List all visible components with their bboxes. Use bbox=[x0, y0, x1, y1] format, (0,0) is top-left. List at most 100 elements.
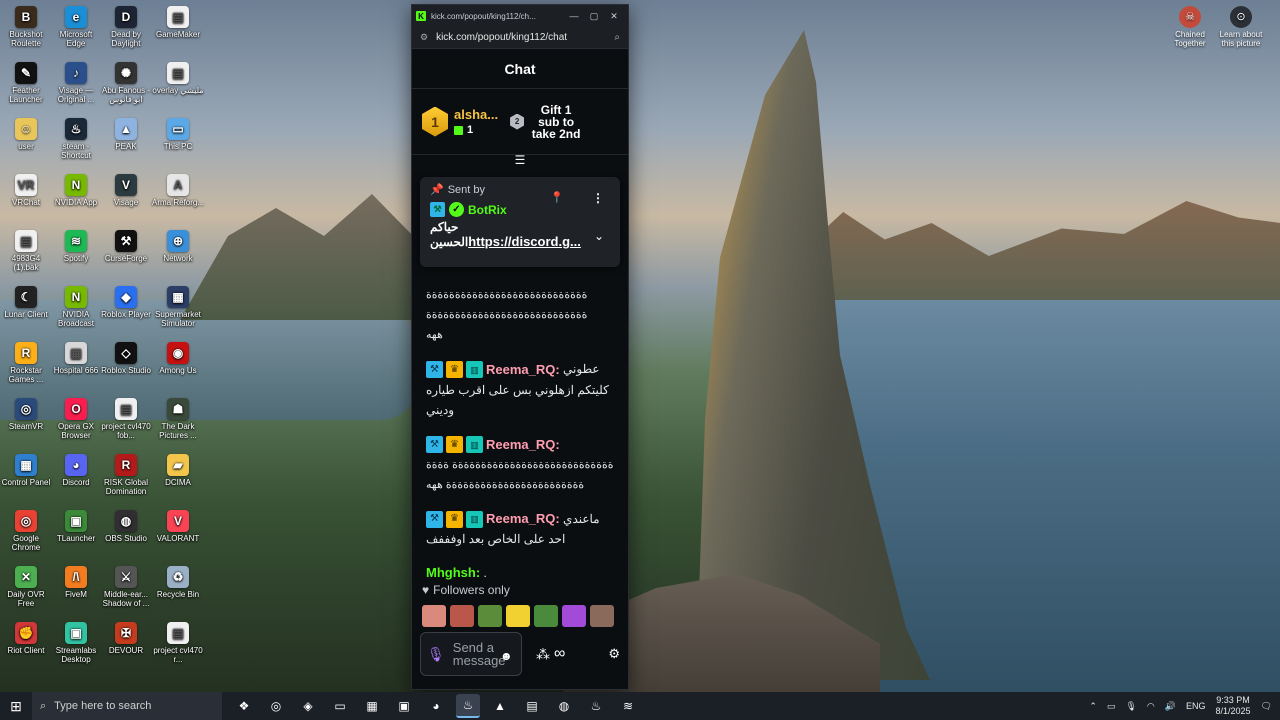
desktop-icon[interactable]: ✺ Abu Fanous - ابو فانوس bbox=[100, 62, 152, 104]
taskbar-app-icon[interactable]: ◈ bbox=[296, 694, 320, 718]
minimize-button[interactable]: — bbox=[564, 11, 584, 21]
desktop-icon[interactable]: ✕ Daily OVR Free bbox=[0, 566, 52, 608]
emote-icon[interactable] bbox=[422, 605, 446, 627]
pinned-user[interactable]: ⚒ ✓ BotRix bbox=[430, 202, 610, 217]
taskbar-app-icon[interactable]: ▲ bbox=[488, 694, 512, 718]
taskbar-app-icon[interactable]: ◎ bbox=[264, 694, 288, 718]
unpin-icon[interactable]: 📍 bbox=[550, 191, 564, 204]
desktop-icon[interactable]: N NVIDIA App bbox=[50, 174, 102, 207]
desktop-icon[interactable]: ♻ Recycle Bin bbox=[152, 566, 204, 599]
taskbar-app-icon[interactable]: ▤ bbox=[520, 694, 544, 718]
desktop-icon[interactable]: ▦ Supermarket Simulator bbox=[152, 286, 204, 328]
desktop-icon[interactable]: ▤ project cvl470 r... bbox=[152, 622, 204, 664]
taskbar-app-icon[interactable]: ◍ bbox=[552, 694, 576, 718]
desktop-icon[interactable]: R Rockstar Games ... bbox=[0, 342, 52, 384]
wifi-icon[interactable]: ◠ bbox=[1147, 701, 1155, 712]
emoji-icon[interactable]: ☻ bbox=[500, 649, 513, 663]
notification-icon[interactable]: 🗨 bbox=[1261, 701, 1272, 712]
chat-username[interactable]: Reema_RQ: bbox=[486, 509, 560, 529]
desktop-icon[interactable]: A Arma Reforg... bbox=[152, 174, 204, 207]
windows-start-icon[interactable]: ⊞ bbox=[0, 692, 32, 720]
taskbar-app-icon[interactable]: ♨ bbox=[584, 694, 608, 718]
desktop-icon[interactable]: V Visage bbox=[100, 174, 152, 207]
emote-icon[interactable] bbox=[590, 605, 614, 627]
taskbar-app-icon[interactable]: ▭ bbox=[328, 694, 352, 718]
desktop-icon[interactable]: ◕ Discord bbox=[50, 454, 102, 487]
desktop-icon[interactable]: VR VRChat bbox=[0, 174, 52, 207]
chevron-up-icon[interactable]: ⌃ bbox=[1089, 701, 1097, 712]
taskbar-app-icon[interactable]: ◕ bbox=[424, 694, 448, 718]
chat-username[interactable]: Mhghsh: bbox=[426, 565, 480, 580]
leader-entry[interactable]: alsha... 1 bbox=[454, 107, 498, 136]
infinity-icon[interactable]: ∞ bbox=[554, 645, 565, 663]
url-text[interactable]: kick.com/popout/king112/chat bbox=[436, 32, 614, 43]
desktop-icon[interactable]: O Opera GX Browser bbox=[50, 398, 102, 440]
desktop-icon[interactable]: ▤ overlay مليشي bbox=[152, 62, 204, 95]
clock[interactable]: 9:33 PM 8/1/2025 bbox=[1216, 695, 1251, 717]
desktop-icon[interactable]: ▦ Hospital 666 bbox=[50, 342, 102, 375]
microphone-icon[interactable]: 🎙 bbox=[427, 646, 445, 663]
desktop-icon[interactable]: ▭ This PC bbox=[152, 118, 204, 151]
taskbar-app-icon[interactable]: ♨ bbox=[456, 694, 480, 718]
network-icon[interactable]: ▭ bbox=[1107, 701, 1116, 712]
desktop-icon[interactable]: ☺ user bbox=[0, 118, 52, 151]
collapse-handle-icon[interactable]: ☰ bbox=[412, 154, 628, 167]
desktop-icon[interactable]: /\ FiveM bbox=[50, 566, 102, 599]
desktop-icon[interactable]: R RISK Global Domination bbox=[100, 454, 152, 496]
gift-cta-button[interactable]: Gift 1 sub to take 2nd bbox=[530, 104, 582, 140]
desktop-icon[interactable]: ▤ 4983G4 (1).bak bbox=[0, 230, 52, 272]
desktop-icon[interactable]: ✠ DEVOUR bbox=[100, 622, 152, 655]
discord-link[interactable]: https://discord.g... bbox=[468, 234, 581, 249]
close-button[interactable]: ✕ bbox=[604, 11, 624, 22]
chevron-down-icon[interactable]: ⌄ bbox=[594, 229, 604, 243]
desktop-icon[interactable]: ☾ Lunar Client bbox=[0, 286, 52, 319]
desktop-icon[interactable]: ◆ Roblox Player bbox=[100, 286, 152, 319]
desktop-icon[interactable]: ⊕ Network bbox=[152, 230, 204, 263]
emote-icon[interactable] bbox=[506, 605, 530, 627]
taskbar-app-icon[interactable]: ▦ bbox=[360, 694, 384, 718]
desktop-icon[interactable]: ▣ TLauncher bbox=[50, 510, 102, 543]
desktop-icon[interactable]: ⚔ Middle-ear... Shadow of ... bbox=[100, 566, 152, 608]
desktop-icon[interactable]: ♪ Visage — Original ... bbox=[50, 62, 102, 104]
desktop-icon[interactable]: ♨ steam - Shortcut bbox=[50, 118, 102, 160]
desktop-icon-chained-together[interactable]: ☠ Chained Together bbox=[1165, 6, 1215, 48]
desktop-icon[interactable]: ▤ GameMaker bbox=[152, 6, 204, 39]
desktop-icon[interactable]: ▤ project cvl470 fob... bbox=[100, 398, 152, 440]
desktop-icon[interactable]: ◎ Google Chrome bbox=[0, 510, 52, 552]
microphone-tray-icon[interactable]: 🎙 bbox=[1125, 701, 1136, 712]
taskbar-search[interactable]: ⌕ Type here to search bbox=[32, 692, 222, 720]
chat-settings-icon[interactable]: ⚙ bbox=[608, 646, 620, 662]
channel-points-icon[interactable]: ⁂ bbox=[536, 646, 550, 663]
desktop-icon[interactable]: ▦ Control Panel bbox=[0, 454, 52, 487]
zoom-icon[interactable]: ⌕ bbox=[614, 32, 620, 43]
volume-icon[interactable]: 🔊 bbox=[1165, 701, 1176, 712]
desktop-icon[interactable]: D Dead by Daylight bbox=[100, 6, 152, 48]
chat-username[interactable]: Reema_RQ: bbox=[486, 435, 560, 455]
more-options-icon[interactable]: ⋮ bbox=[592, 191, 604, 205]
emote-icon[interactable] bbox=[534, 605, 558, 627]
desktop-icon[interactable]: ▲ PEAK bbox=[100, 118, 152, 151]
desktop-icon[interactable]: ◇ Roblox Studio bbox=[100, 342, 152, 375]
taskbar-app-icon[interactable]: ❖ bbox=[232, 694, 256, 718]
desktop-icon[interactable]: ⚒ CurseForge bbox=[100, 230, 152, 263]
window-titlebar[interactable]: K kick.com/popout/king112/ch... — ▢ ✕ bbox=[412, 5, 628, 27]
desktop-icon[interactable]: ◍ OBS Studio bbox=[100, 510, 152, 543]
desktop-icon[interactable]: ✊ Riot Client bbox=[0, 622, 52, 655]
desktop-icon[interactable]: N NVIDIA Broadcast bbox=[50, 286, 102, 328]
address-bar[interactable]: ⚙ kick.com/popout/king112/chat ⌕ bbox=[412, 27, 628, 49]
emote-icon[interactable] bbox=[450, 605, 474, 627]
taskbar-app-icon[interactable]: ≋ bbox=[616, 694, 640, 718]
desktop-icon[interactable]: V VALORANT bbox=[152, 510, 204, 543]
emote-icon[interactable] bbox=[562, 605, 586, 627]
desktop-icon[interactable]: ▣ Streamlabs Desktop bbox=[50, 622, 102, 664]
desktop-icon[interactable]: ◎ SteamVR bbox=[0, 398, 52, 431]
emote-icon[interactable] bbox=[478, 605, 502, 627]
desktop-icon[interactable]: ◉ Among Us bbox=[152, 342, 204, 375]
desktop-icon-learn-about-picture[interactable]: ⊙ Learn about this picture bbox=[1216, 6, 1266, 48]
language-indicator[interactable]: ENG bbox=[1186, 701, 1206, 711]
desktop-icon[interactable]: B Buckshot Roulette bbox=[0, 6, 52, 48]
desktop-icon[interactable]: ☗ The Dark Pictures ... bbox=[152, 398, 204, 440]
taskbar-app-icon[interactable]: ▣ bbox=[392, 694, 416, 718]
desktop-icon[interactable]: ≋ Spotify bbox=[50, 230, 102, 263]
site-settings-icon[interactable]: ⚙ bbox=[420, 32, 428, 43]
